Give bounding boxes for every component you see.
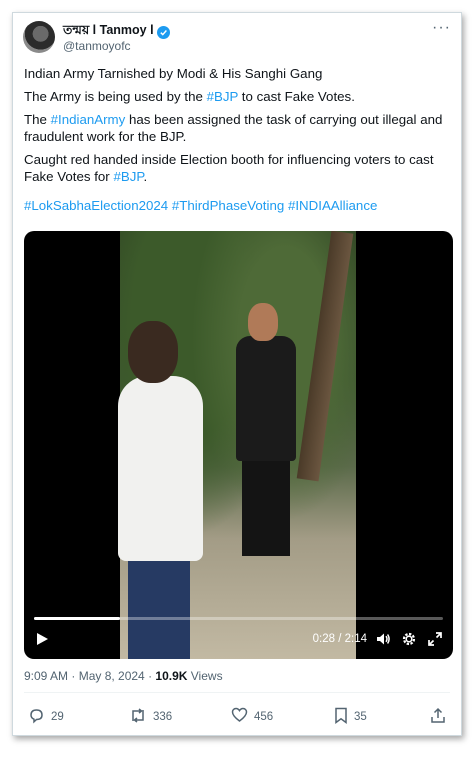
reply-count: 29 (51, 711, 64, 723)
volume-icon[interactable] (375, 631, 391, 652)
hashtag-line: #LokSabhaElection2024 #ThirdPhaseVoting … (24, 197, 454, 214)
hashtag-link[interactable]: #LokSabhaElection2024 (24, 198, 168, 213)
bookmark-button[interactable]: 35 (334, 707, 367, 727)
tweet-meta: 9:09 AM · May 8, 2024 · 10.9K Views (24, 669, 223, 683)
reply-icon (28, 707, 45, 727)
hashtag-link[interactable]: #ThirdPhaseVoting (172, 198, 284, 213)
like-button[interactable]: 456 (231, 707, 273, 726)
video-progress-bar[interactable] (34, 617, 443, 620)
hashtag-link[interactable]: #INDIAAlliance (288, 198, 377, 213)
more-icon[interactable]: ··· (432, 20, 451, 36)
divider (24, 692, 450, 693)
tweet-text: Indian Army Tarnished by Modi & His Sang… (24, 65, 454, 220)
tweet-card: তন্ময় l Tanmoy l @tanmoyofc ··· Indian … (12, 12, 462, 736)
video-frame (118, 231, 356, 659)
hashtag-link[interactable]: #BJP (207, 89, 239, 104)
hashtag-link[interactable]: #BJP (113, 169, 143, 184)
repost-button[interactable]: 336 (129, 707, 172, 727)
tweet-paragraph: The #IndianArmy has been assigned the ta… (24, 112, 443, 144)
hashtag-link[interactable]: #IndianArmy (51, 112, 126, 127)
heart-icon (231, 707, 248, 726)
like-count: 456 (254, 710, 274, 723)
tweet-header: তন্ময় l Tanmoy l @tanmoyofc ··· (23, 20, 451, 61)
video-time: 0:28 / 2:14 (312, 633, 367, 645)
views-label: Views (187, 669, 223, 683)
fullscreen-icon[interactable] (427, 631, 443, 652)
repost-icon (129, 707, 147, 727)
play-icon[interactable] (36, 632, 49, 651)
gear-icon[interactable] (401, 631, 417, 652)
views-count: 10.9K (155, 669, 188, 683)
reply-button[interactable]: 29 (28, 707, 64, 727)
tweet-actions: 29 336 456 35 (24, 707, 450, 727)
share-icon (430, 707, 446, 727)
video-progress-fill (34, 617, 120, 620)
bookmark-icon (334, 707, 348, 727)
tweet-paragraph: Caught red handed inside Election booth … (24, 152, 434, 184)
tweet-timestamp[interactable]: 9:09 AM · May 8, 2024 · (24, 669, 155, 683)
author-handle[interactable]: @tanmoyofc (63, 39, 131, 53)
video-player[interactable]: 0:28 / 2:14 (24, 231, 453, 659)
video-controls: 0:28 / 2:14 (24, 629, 453, 651)
share-button[interactable] (430, 707, 446, 727)
tweet-paragraph: Indian Army Tarnished by Modi & His Sang… (24, 66, 323, 81)
verified-badge-icon (156, 25, 170, 39)
avatar[interactable] (23, 21, 55, 53)
repost-count: 336 (153, 711, 173, 723)
bookmark-count: 35 (354, 711, 367, 723)
tweet-paragraph: The Army is being used by the #BJP to ca… (24, 89, 355, 104)
